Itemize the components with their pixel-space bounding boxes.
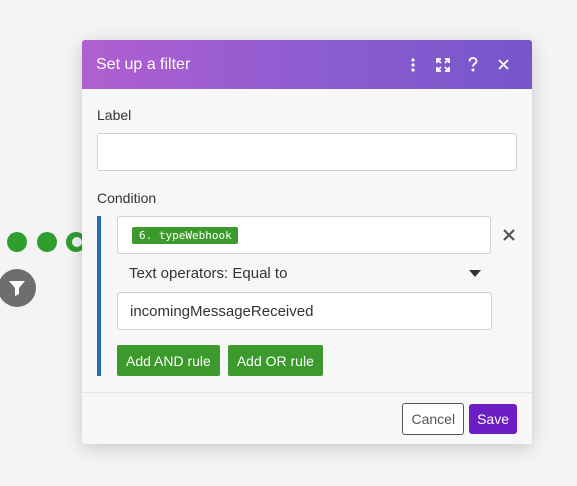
help-icon[interactable] xyxy=(458,50,488,80)
chevron-down-icon xyxy=(469,269,481,277)
condition-label: Condition xyxy=(97,190,157,206)
close-icon[interactable] xyxy=(488,50,518,80)
label-input[interactable] xyxy=(97,133,517,171)
dialog-footer: Cancel Save xyxy=(82,392,532,444)
dialog-header: Set up a filter xyxy=(82,40,532,89)
scenario-canvas: Set up a filter Label Condition 6. typeW… xyxy=(0,0,577,486)
add-or-rule-button[interactable]: Add OR rule xyxy=(227,345,323,376)
more-vertical-icon[interactable] xyxy=(398,50,428,80)
operator-select[interactable]: Text operators: Equal to xyxy=(117,254,492,292)
filter-node-icon[interactable] xyxy=(0,269,36,307)
condition-rule: 6. typeWebhook Text operators: Equal to … xyxy=(97,216,517,376)
label-field-label: Label xyxy=(97,107,132,123)
dialog-title: Set up a filter xyxy=(96,55,191,73)
filter-dialog: Set up a filter Label Condition 6. typeW… xyxy=(82,40,532,444)
cancel-button[interactable]: Cancel xyxy=(402,402,465,435)
save-button[interactable]: Save xyxy=(469,403,517,434)
condition-variable-input[interactable]: 6. typeWebhook xyxy=(117,216,492,254)
variable-pill[interactable]: 6. typeWebhook xyxy=(132,226,238,244)
connector-dot xyxy=(37,232,57,252)
condition-value-input[interactable]: incomingMessageReceived xyxy=(117,292,492,330)
expand-icon[interactable] xyxy=(428,50,458,80)
remove-condition-icon[interactable] xyxy=(501,227,517,243)
add-and-rule-button[interactable]: Add AND rule xyxy=(117,345,220,376)
connector-dot xyxy=(7,232,27,252)
operator-select-value: Text operators: Equal to xyxy=(129,264,288,282)
dialog-body: Label Condition 6. typeWebhook Text oper… xyxy=(82,89,532,376)
